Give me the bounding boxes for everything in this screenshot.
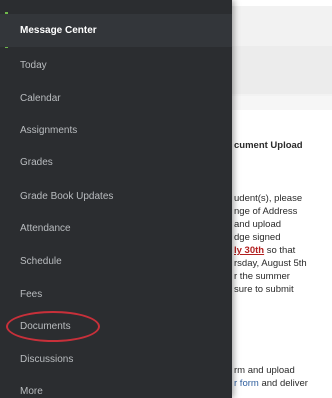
drawer-item-assignments[interactable]: Assignments (0, 114, 232, 147)
drawer-item-grades[interactable]: Grades (0, 146, 232, 179)
background-header-band (232, 46, 332, 94)
drawer-item-more[interactable]: More (0, 375, 232, 398)
background-heading: cument Upload (234, 140, 303, 151)
drawer-item-schedule[interactable]: Schedule (0, 245, 232, 278)
background-text-line: dge signed (234, 232, 281, 243)
background-text-line: r the summer (234, 271, 290, 282)
drawer-item-documents[interactable]: Documents (0, 310, 232, 343)
background-text-line: ly 30th so that (234, 245, 296, 256)
background-date-link[interactable]: ly 30th (234, 245, 264, 256)
background-text-line: udent(s), please (234, 193, 303, 204)
drawer-item-grade-book-updates[interactable]: Grade Book Updates (0, 180, 232, 213)
drawer-item-attendance[interactable]: Attendance (0, 212, 232, 245)
background-text-line: nge of Address (234, 206, 298, 217)
drawer-item-fees[interactable]: Fees (0, 278, 232, 311)
background-text-line: and upload (234, 219, 282, 230)
drawer-item-message-center[interactable]: Message Center (0, 14, 232, 47)
drawer-item-today[interactable]: Today (0, 49, 232, 82)
background-form-link[interactable]: r form (234, 378, 259, 389)
navigation-drawer: Message Center Today Calendar Assignment… (0, 0, 232, 398)
background-card-strip (216, 96, 332, 110)
background-text-line: r form and deliver (234, 378, 308, 389)
background-text-line: sure to submit (234, 284, 294, 295)
drawer-item-calendar[interactable]: Calendar (0, 82, 232, 115)
drawer-item-discussions[interactable]: Discussions (0, 343, 232, 376)
background-text-line: rsday, August 5th (234, 258, 307, 269)
background-text-line: rm and upload (234, 365, 295, 376)
